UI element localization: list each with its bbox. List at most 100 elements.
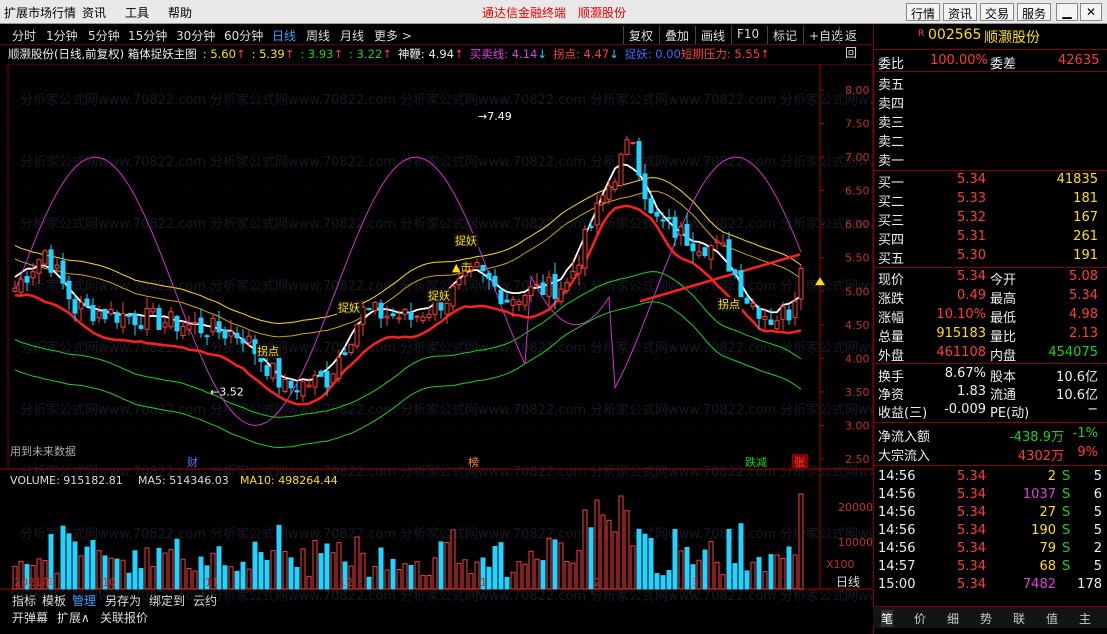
period-more[interactable]: 更多 > (374, 27, 412, 44)
tab-cloud[interactable]: 云约 (193, 592, 217, 609)
indicator-name[interactable]: 顺灏股份(日线,前复权) 箱体捉妖主图 (8, 47, 197, 61)
indicator-value: ↑ (454, 47, 464, 61)
stat-value: 461108 (936, 345, 986, 360)
candle-body (354, 324, 360, 347)
tick-price: 5.34 (957, 505, 986, 520)
period-5min[interactable]: 5分钟 (88, 27, 120, 44)
period-weekly[interactable]: 周线 (306, 27, 330, 44)
kline-chart[interactable]: 分析家公式网www.70822.com 分析家公式网www.70822.com 分析… (0, 64, 873, 632)
menu-tools[interactable]: 工具 (125, 4, 149, 21)
volume-bar (570, 562, 576, 590)
volume-bar (450, 529, 456, 590)
indicator-value: 买卖线: 4.14 (469, 47, 538, 61)
quote-row: 买五 5.30 191 (874, 247, 1107, 267)
candle-body (444, 302, 450, 315)
guaidian-line (15, 204, 802, 406)
minimize-icon[interactable]: ▁ (1056, 3, 1078, 21)
candle-body (126, 314, 132, 317)
strike-tag: ▲击 (452, 261, 471, 274)
tick-volume: 190 (1031, 523, 1056, 538)
candle-body (456, 278, 462, 285)
service-button[interactable]: 服务 (1017, 3, 1052, 21)
trade-button[interactable]: 交易 (980, 3, 1015, 21)
volume-bar (198, 556, 204, 590)
tab-saveas[interactable]: 另存为 (105, 592, 141, 609)
volume-bar (624, 510, 630, 590)
buy-label: 买四 (878, 233, 905, 248)
related-quote-button[interactable]: 关联报价 (100, 609, 148, 626)
candle-body (426, 313, 432, 318)
volume-bar (264, 559, 270, 590)
tick-side: S (1062, 505, 1071, 520)
news-button[interactable]: 资讯 (943, 3, 978, 21)
candle-body (12, 287, 18, 292)
candle-body (318, 371, 324, 377)
mark-button[interactable]: 标记 (767, 26, 802, 44)
overlay-button[interactable]: 叠加 (659, 26, 694, 44)
period-60min[interactable]: 60分钟 (224, 27, 263, 44)
period-1min[interactable]: 1分钟 (46, 27, 78, 44)
back-button[interactable]: 返回 (839, 26, 873, 60)
menu-news[interactable]: 资讯 (82, 4, 106, 21)
tick-price: 5.34 (957, 523, 986, 538)
candle-body (312, 374, 318, 388)
period-fenshi[interactable]: 分时 (12, 27, 36, 44)
quote-tab[interactable]: 价 (914, 610, 926, 627)
quote-tab[interactable]: 势 (980, 610, 992, 627)
volume-bar (330, 552, 336, 590)
expand-button[interactable]: 扩展∧ (57, 609, 90, 626)
candle-body (198, 317, 204, 334)
quote-row: 14:56 5.34 2 S 5 (874, 468, 1107, 486)
candle-body (222, 329, 228, 339)
candle-body (666, 217, 672, 220)
candle-body (234, 332, 240, 339)
period-30min[interactable]: 30分钟 (176, 27, 215, 44)
danmaku-button[interactable]: 开弹幕 (12, 609, 48, 626)
candle-body (486, 272, 492, 280)
f10-button[interactable]: F10 (731, 26, 764, 44)
period-15min[interactable]: 15分钟 (128, 27, 167, 44)
close-icon[interactable]: ✕ (1080, 3, 1102, 21)
fuquan-button[interactable]: 复权 (623, 26, 658, 44)
tab-bind[interactable]: 绑定到 (149, 592, 185, 609)
draw-button[interactable]: 画线 (695, 26, 730, 44)
volume-bar (768, 554, 774, 590)
period-monthly[interactable]: 月线 (340, 27, 364, 44)
candle-body (660, 219, 666, 222)
candle-body (108, 308, 114, 315)
quote-button[interactable]: 行情 (906, 3, 941, 21)
quote-tab[interactable]: 值 (1046, 610, 1058, 627)
tick-count: 5 (1093, 469, 1102, 484)
watermark: 分析家公式网www.70822.com (400, 92, 586, 108)
volume-bar (414, 561, 420, 590)
tab-indicator[interactable]: 指标 (12, 592, 36, 609)
tick-count: 5 (1093, 559, 1102, 574)
quote-tab[interactable]: 笔 (881, 610, 894, 627)
tab-template[interactable]: 模板 (42, 592, 66, 609)
candle-body (342, 352, 348, 356)
weibi-value: 100.00% (930, 53, 988, 68)
flow-label: 净流入额 (878, 430, 931, 445)
quote-tab[interactable]: 主 (1079, 610, 1091, 627)
watermark: 分析家公式网www.70822.com (590, 340, 776, 356)
candle-body (168, 311, 174, 328)
candle-body (522, 294, 528, 306)
tick-count: 178 (1077, 577, 1102, 592)
sell-label: 卖二 (878, 135, 905, 150)
period-daily[interactable]: 日线 (272, 27, 296, 44)
volume-bar (396, 569, 402, 590)
quote-tab[interactable]: 联 (1013, 610, 1025, 627)
quote-row: 买二 5.33 181 (874, 190, 1107, 210)
candle-body (570, 270, 576, 279)
event-marker: 张 (794, 456, 805, 469)
volume-bar (72, 541, 78, 590)
quote-row: 卖三 (874, 111, 1107, 131)
tab-manage[interactable]: 管理 (72, 592, 96, 609)
quote-row: 涨幅 10.10% 最低 4.98 (874, 306, 1107, 326)
menu-help[interactable]: 帮助 (168, 4, 192, 21)
quote-tab[interactable]: 细 (947, 610, 959, 627)
volume-bar (708, 540, 714, 590)
menu-market[interactable]: 扩展市场行情 (4, 4, 76, 21)
volume-bar (270, 550, 276, 590)
volume-bar (84, 546, 90, 590)
